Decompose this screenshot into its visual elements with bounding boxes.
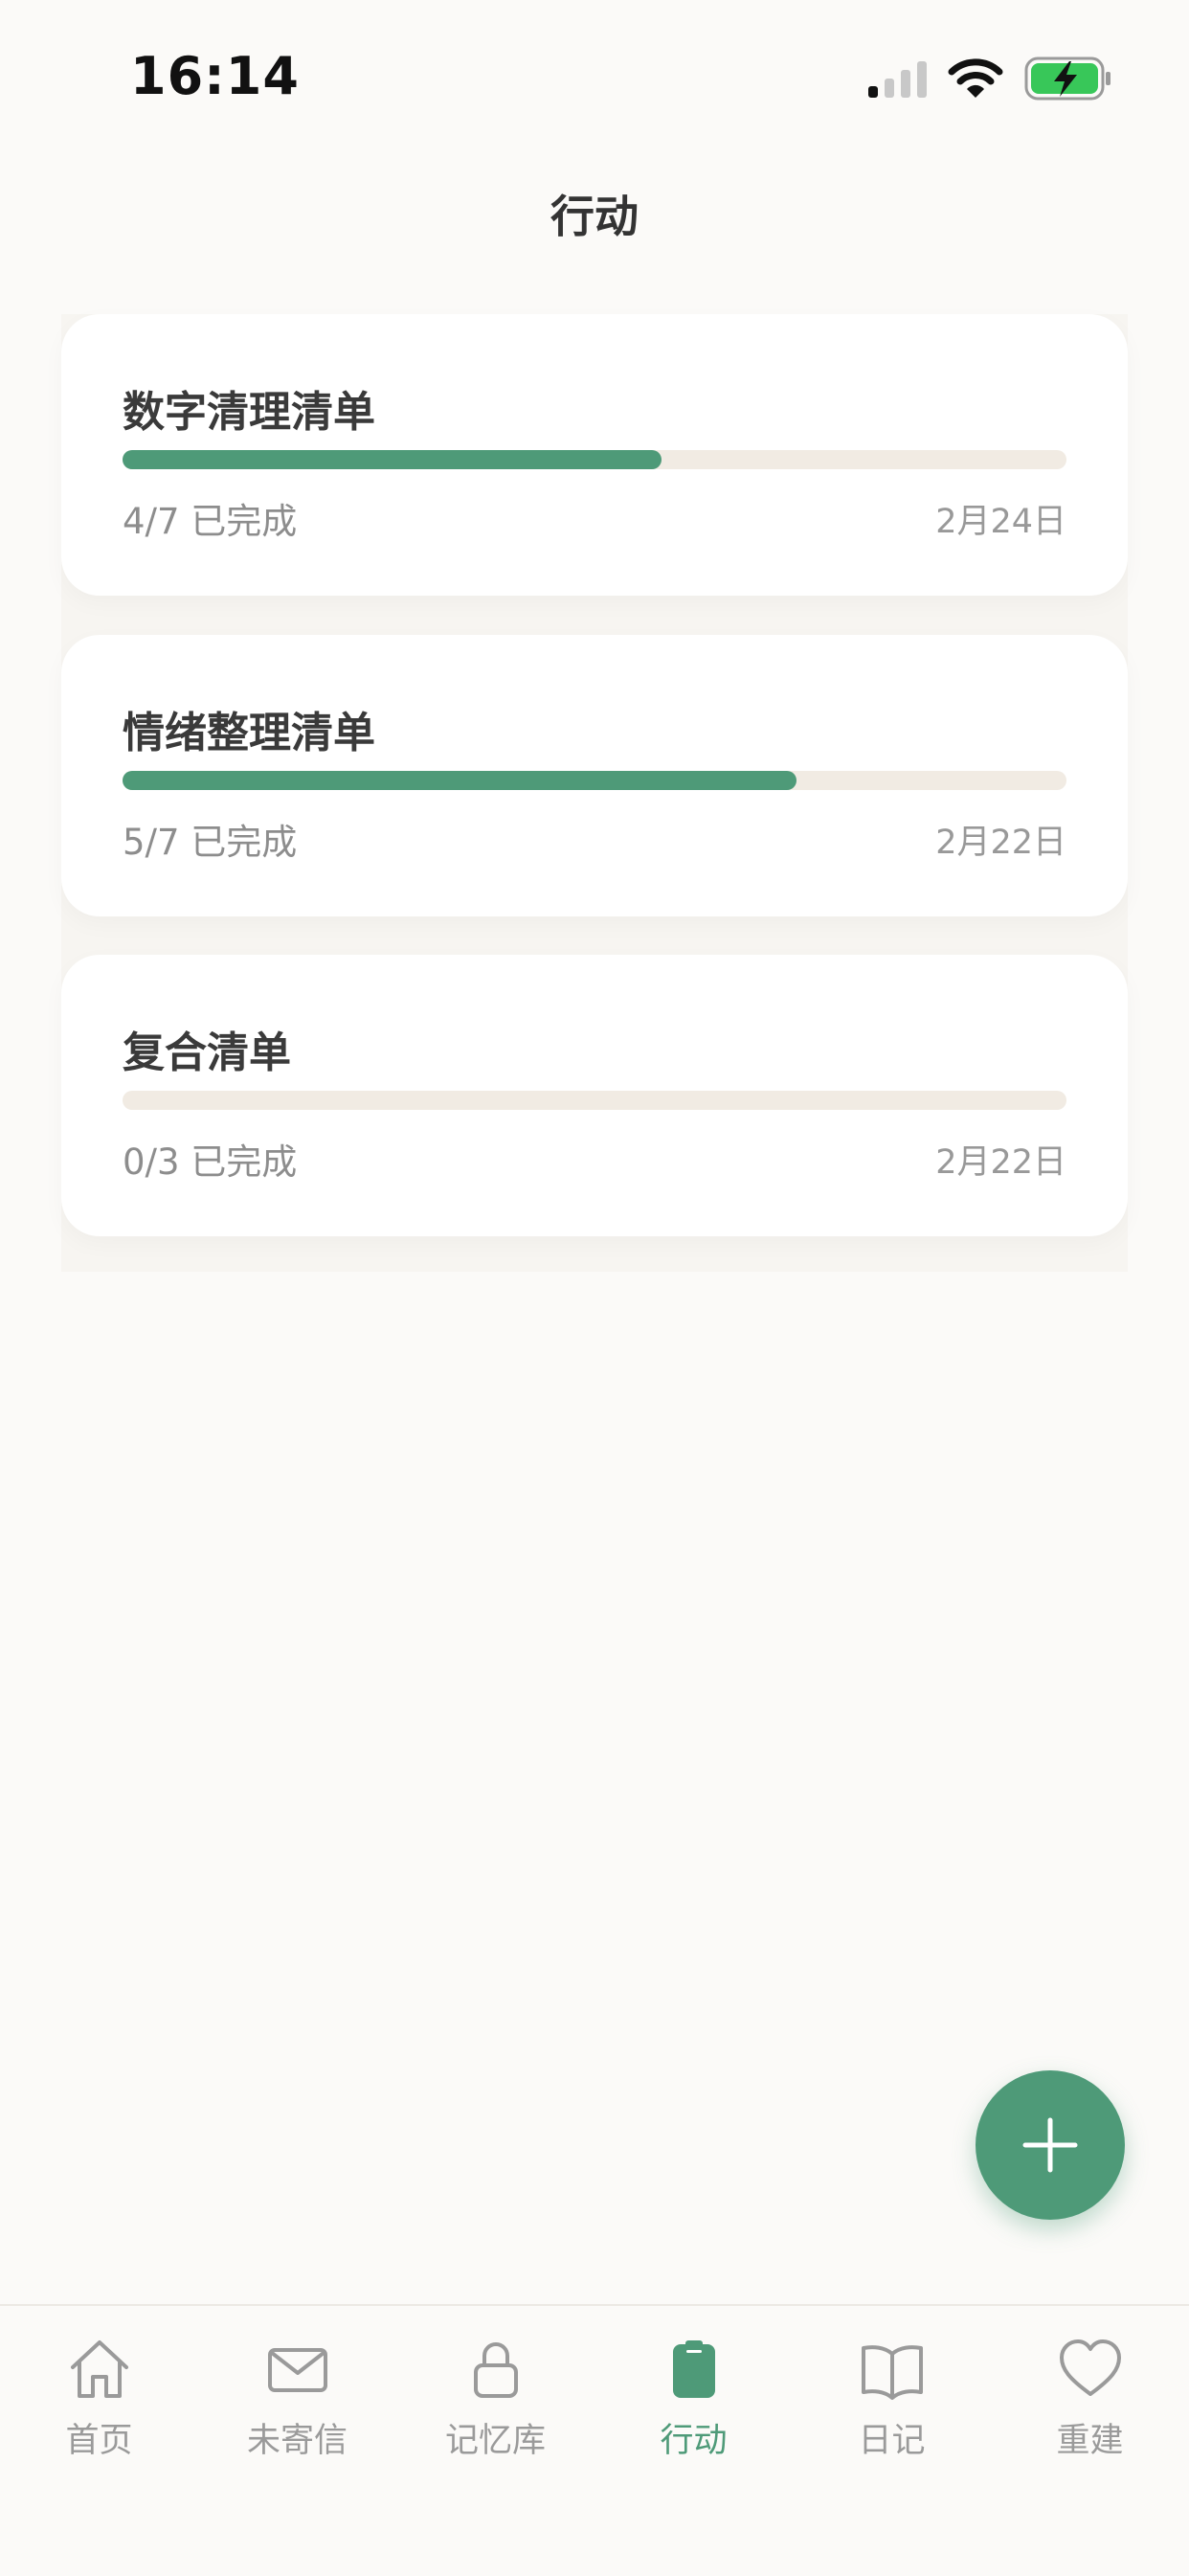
- checklist-date: 2月24日: [935, 503, 1066, 541]
- checklist-title: 情绪整理清单: [123, 709, 375, 757]
- status-bar: 16:14: [0, 0, 1189, 144]
- envelope-icon: [267, 2348, 327, 2392]
- battery-charging-icon: [1024, 56, 1110, 101]
- tab-action[interactable]: 行动: [594, 2335, 793, 2469]
- progress-track: [123, 1091, 1066, 1110]
- checklist-card[interactable]: 复合清单 0/3 已完成 2月22日: [61, 955, 1128, 1236]
- tab-unsent-letters[interactable]: 未寄信: [198, 2335, 396, 2469]
- home-icon: [70, 2340, 128, 2398]
- plus-icon: [1022, 2117, 1078, 2173]
- clipboard-icon: [672, 2340, 715, 2398]
- tab-label: 日记: [858, 2422, 926, 2460]
- lock-icon: [473, 2342, 518, 2398]
- progress-text: 4/7 已完成: [123, 501, 298, 542]
- checklist-date: 2月22日: [935, 1143, 1066, 1182]
- tab-rebuild[interactable]: 重建: [991, 2335, 1189, 2469]
- tab-label: 首页: [65, 2422, 133, 2460]
- progress-fill: [123, 771, 797, 790]
- tab-home[interactable]: 首页: [0, 2335, 198, 2469]
- progress-text: 5/7 已完成: [123, 822, 298, 863]
- cellular-signal-icon: [868, 61, 927, 98]
- tab-label: 记忆库: [444, 2422, 546, 2460]
- progress-track: [123, 450, 1066, 469]
- status-time: 16:14: [130, 46, 300, 106]
- progress-text: 0/3 已完成: [123, 1141, 298, 1183]
- progress-track: [123, 771, 1066, 790]
- page-title: 行动: [550, 191, 639, 242]
- tab-label: 行动: [660, 2422, 728, 2460]
- tab-label: 未寄信: [246, 2422, 348, 2460]
- checklist-date: 2月22日: [935, 824, 1066, 862]
- checklist-card[interactable]: 情绪整理清单 5/7 已完成 2月22日: [61, 635, 1128, 916]
- wifi-icon: [948, 58, 1003, 98]
- checklist-card[interactable]: 数字清理清单 4/7 已完成 2月24日: [61, 314, 1128, 596]
- checklist-title: 数字清理清单: [123, 388, 375, 437]
- tab-bar: 首页 未寄信 记忆库 行动 日记 重建: [0, 2304, 1189, 2576]
- progress-fill: [123, 450, 662, 469]
- book-icon: [861, 2345, 923, 2400]
- tab-label: 重建: [1056, 2422, 1124, 2460]
- add-checklist-button[interactable]: [976, 2070, 1125, 2220]
- heart-icon: [1059, 2339, 1121, 2396]
- checklist-title: 复合清单: [123, 1028, 291, 1077]
- tab-memory-vault[interactable]: 记忆库: [396, 2335, 594, 2469]
- tab-diary[interactable]: 日记: [793, 2335, 991, 2469]
